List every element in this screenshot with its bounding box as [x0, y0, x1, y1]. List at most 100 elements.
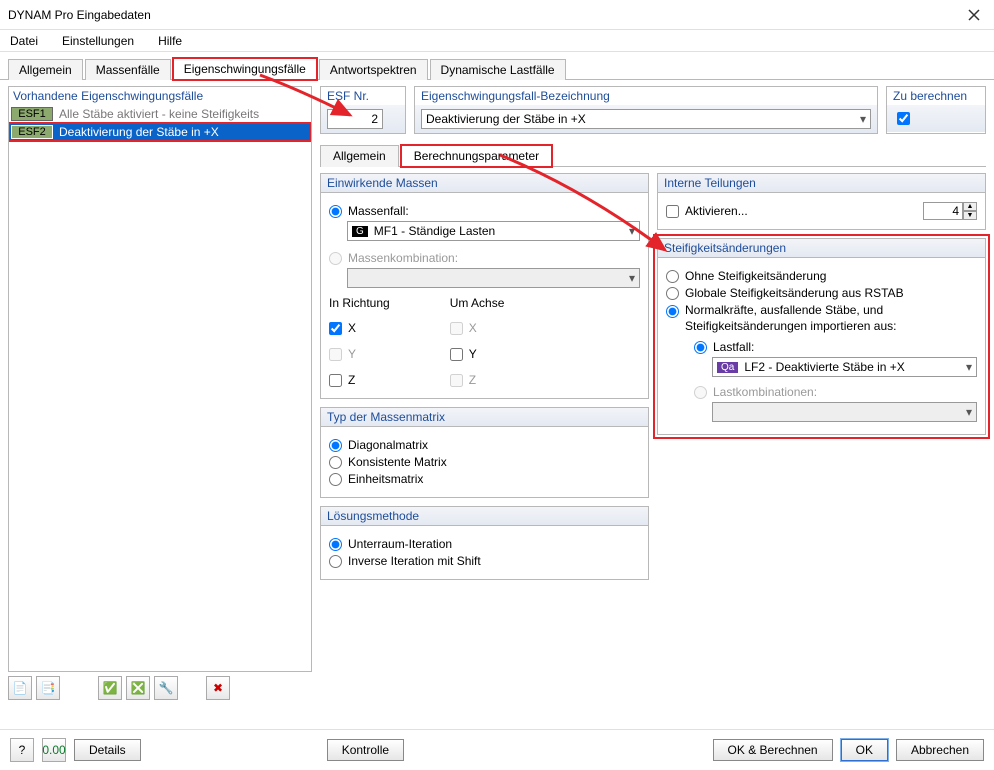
menubar: Datei Einstellungen Hilfe	[0, 30, 994, 52]
tab-massenfaelle[interactable]: Massenfälle	[85, 59, 171, 80]
esf-nr-input[interactable]	[327, 109, 383, 129]
divisions-spinner[interactable]: ▲▼	[923, 202, 977, 220]
matrix-fieldset: Typ der Massenmatrix Diagonalmatrix Kons…	[320, 407, 649, 498]
delete-icon[interactable]: ✖	[206, 676, 230, 700]
calc-checkbox[interactable]	[897, 112, 910, 125]
window-title: DYNAM Pro Eingabedaten	[8, 8, 962, 22]
massfall-label: Massenfall:	[348, 204, 409, 218]
stiffness-legend: Steifigkeitsänderungen	[658, 239, 985, 258]
tab-antwortspektren[interactable]: Antwortspektren	[319, 59, 428, 80]
case-list: ESF1 Alle Stäbe aktiviert - keine Steifi…	[8, 105, 312, 672]
ok-button[interactable]: OK	[841, 739, 888, 761]
uncheck-icon[interactable]: ❎	[126, 676, 150, 700]
params-area: Einwirkende Massen Massenfall: G MF1 - S…	[320, 173, 986, 580]
calc-panel: Zu berechnen	[886, 86, 986, 134]
case-row-esf2[interactable]: ESF2 Deaktivierung der Stäbe in +X	[9, 123, 311, 141]
menu-settings[interactable]: Einstellungen	[56, 32, 140, 50]
right-column: ESF Nr. Eigenschwingungsfall-Bezeichnung…	[320, 86, 986, 704]
radio-no-stiffness[interactable]	[666, 270, 679, 283]
units-icon[interactable]: 0.00	[42, 738, 66, 762]
check-icon[interactable]: ✅	[98, 676, 122, 700]
esf-nr-panel: ESF Nr.	[320, 86, 406, 134]
header-row: ESF Nr. Eigenschwingungsfall-Bezeichnung…	[320, 86, 986, 134]
case-desc: Alle Stäbe aktiviert - keine Steifigkeit…	[59, 107, 259, 121]
esf-desc-panel: Eigenschwingungsfall-Bezeichnung Deaktiv…	[414, 86, 878, 134]
cancel-button[interactable]: Abbrechen	[896, 739, 984, 761]
tab-dynamische-lastfaelle[interactable]: Dynamische Lastfälle	[430, 59, 566, 80]
kontrolle-button[interactable]: Kontrolle	[327, 739, 404, 761]
close-button[interactable]	[962, 3, 986, 27]
menu-file[interactable]: Datei	[4, 32, 44, 50]
radio-lastfall[interactable]	[694, 341, 707, 354]
sub-tabs: Allgemein Berechnungsparameter	[320, 144, 986, 167]
content-area: Vorhandene Eigenschwingungsfälle ESF1 Al…	[0, 80, 994, 710]
main-tabs: Allgemein Massenfälle Eigenschwingungsfä…	[0, 52, 994, 80]
chevron-down-icon: ▾	[966, 405, 972, 419]
case-desc: Deaktivierung der Stäbe in +X	[59, 125, 219, 139]
esf-nr-label: ESF Nr.	[321, 87, 405, 105]
case-badge: ESF2	[11, 125, 53, 139]
spin-down-icon[interactable]: ▼	[963, 211, 977, 220]
masses-legend: Einwirkende Massen	[321, 174, 648, 193]
massfall-select[interactable]: G MF1 - Ständige Lasten ▾	[347, 221, 640, 241]
radio-masscomb	[329, 252, 342, 265]
masses-fieldset: Einwirkende Massen Massenfall: G MF1 - S…	[320, 173, 649, 399]
subtab-berechnungsparameter[interactable]: Berechnungsparameter	[401, 145, 552, 167]
tag-qa-icon: Qa	[717, 362, 738, 373]
esf-desc-value: Deaktivierung der Stäbe in +X	[426, 112, 586, 126]
ok-calc-button[interactable]: OK & Berechnen	[713, 739, 833, 761]
check-dir-x[interactable]	[329, 322, 342, 335]
solver-fieldset: Lösungsmethode Unterraum-Iteration Inver…	[320, 506, 649, 580]
subtab-allgemein[interactable]: Allgemein	[320, 145, 399, 167]
settings-icon[interactable]: 🔧	[154, 676, 178, 700]
radio-unit[interactable]	[329, 473, 342, 486]
params-right: Interne Teilungen Aktivieren... ▲▼ Steif…	[657, 173, 986, 580]
radio-subspace[interactable]	[329, 538, 342, 551]
details-button[interactable]: Details	[74, 739, 141, 761]
radio-global-rstab[interactable]	[666, 287, 679, 300]
tag-g-icon: G	[352, 226, 368, 237]
menu-help[interactable]: Hilfe	[152, 32, 188, 50]
chevron-down-icon: ▾	[629, 224, 635, 238]
chevron-down-icon: ▾	[966, 360, 972, 374]
copy-case-icon[interactable]: 📑	[36, 676, 60, 700]
check-activate-divisions[interactable]	[666, 205, 679, 218]
massfall-value: MF1 - Ständige Lasten	[374, 224, 495, 238]
case-row-esf1[interactable]: ESF1 Alle Stäbe aktiviert - keine Steifi…	[9, 105, 311, 123]
radio-diagonal[interactable]	[329, 439, 342, 452]
tab-eigenschwingungsfaelle[interactable]: Eigenschwingungsfälle	[173, 58, 317, 80]
case-badge: ESF1	[11, 107, 53, 121]
radio-lastkomb	[694, 386, 707, 399]
axis-head: Um Achse	[450, 296, 505, 310]
esf-desc-select[interactable]: Deaktivierung der Stäbe in +X ▾	[421, 109, 871, 129]
radio-massfall[interactable]	[329, 205, 342, 218]
chevron-down-icon: ▾	[629, 271, 635, 285]
check-axis-x	[450, 322, 463, 335]
check-axis-z	[450, 374, 463, 387]
dir-head: In Richtung	[329, 296, 390, 310]
lastfall-select[interactable]: Qa LF2 - Deaktivierte Stäbe in +X ▾	[712, 357, 977, 377]
radio-import-from[interactable]	[666, 305, 679, 318]
chevron-down-icon: ▾	[860, 112, 866, 126]
radio-inverse-shift[interactable]	[329, 555, 342, 568]
tab-allgemein[interactable]: Allgemein	[8, 59, 83, 80]
check-dir-z[interactable]	[329, 374, 342, 387]
solver-legend: Lösungsmethode	[321, 507, 648, 526]
footer: ? 0.00 Details Kontrolle OK & Berechnen …	[0, 729, 994, 770]
case-toolbar: 📄 📑 ✅ ❎ 🔧 ✖	[8, 672, 312, 704]
check-axis-y[interactable]	[450, 348, 463, 361]
help-icon[interactable]: ?	[10, 738, 34, 762]
lastfall-value: LF2 - Deaktivierte Stäbe in +X	[744, 360, 904, 374]
check-dir-y	[329, 348, 342, 361]
case-list-title: Vorhandene Eigenschwingungsfälle	[8, 86, 312, 105]
divisions-legend: Interne Teilungen	[658, 174, 985, 193]
params-left: Einwirkende Massen Massenfall: G MF1 - S…	[320, 173, 649, 580]
divisions-value[interactable]	[923, 202, 963, 220]
radio-consistent[interactable]	[329, 456, 342, 469]
calc-label: Zu berechnen	[887, 87, 985, 105]
stiffness-fieldset: Steifigkeitsänderungen Ohne Steifigkeits…	[657, 238, 986, 435]
left-column: Vorhandene Eigenschwingungsfälle ESF1 Al…	[8, 86, 312, 704]
masscomb-select: ▾	[347, 268, 640, 288]
spin-up-icon[interactable]: ▲	[963, 202, 977, 211]
new-case-icon[interactable]: 📄	[8, 676, 32, 700]
